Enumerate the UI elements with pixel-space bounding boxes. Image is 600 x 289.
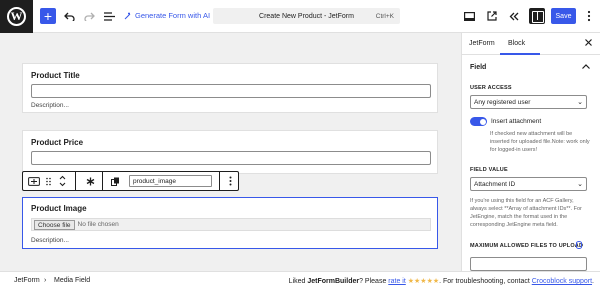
sidebar-tabs: JetForm Block xyxy=(462,33,600,55)
copy-name-button[interactable] xyxy=(107,172,123,190)
insert-attachment-help: If checked new attachment will be insert… xyxy=(490,131,590,153)
chevron-up-down-icon xyxy=(59,175,65,187)
drag-handle[interactable] xyxy=(43,172,53,190)
max-files-label: MAXIMUM ALLOWED FILES TO UPLOAD xyxy=(470,243,584,249)
tab-jetform[interactable]: JetForm xyxy=(469,40,495,47)
block-type-button[interactable] xyxy=(26,172,42,190)
panel-toggle[interactable] xyxy=(582,62,590,71)
required-toggle-button[interactable] xyxy=(79,172,101,190)
field-name-input[interactable]: product_image xyxy=(129,175,212,187)
user-access-label: USER ACCESS xyxy=(470,85,512,91)
drag-handle-icon xyxy=(45,177,51,185)
field-label: Product Title xyxy=(31,71,80,80)
chevron-down-icon: ⌄ xyxy=(577,99,583,106)
vertical-ellipsis-icon xyxy=(587,10,591,22)
view-button[interactable] xyxy=(462,9,476,23)
asterisk-icon xyxy=(86,177,94,185)
list-view-icon xyxy=(103,11,115,21)
redo-button[interactable] xyxy=(82,8,96,24)
user-access-value: Any registered user xyxy=(474,98,531,106)
footer-note: Liked JetFormBuilder? Please rate it ★★★… xyxy=(289,277,594,285)
breadcrumb-jetform[interactable]: JetForm xyxy=(14,277,40,284)
close-icon xyxy=(585,39,592,46)
external-link-icon xyxy=(487,11,497,21)
wordpress-icon: W xyxy=(7,7,26,26)
magic-wand-icon xyxy=(124,12,131,19)
wordpress-logo-button[interactable]: W xyxy=(0,0,33,33)
collapse-panels-button[interactable] xyxy=(507,9,521,23)
command-shortcut: Ctrl+K xyxy=(375,12,394,20)
top-toolbar: W + Generate Form with AI Create New Pro… xyxy=(0,0,600,33)
undo-icon xyxy=(63,12,75,21)
vertical-ellipsis-icon xyxy=(229,176,231,186)
note-prefix: Liked xyxy=(288,278,308,285)
block-options-button[interactable] xyxy=(223,172,237,190)
rate-it-link[interactable]: rate it xyxy=(388,278,406,285)
add-block-button[interactable]: + xyxy=(40,8,56,24)
field-label: Product Image xyxy=(31,204,87,213)
field-value-help: If you're using this field for an ACF Ga… xyxy=(470,198,582,228)
max-files-input[interactable] xyxy=(470,257,587,271)
close-sidebar-button[interactable] xyxy=(585,38,592,49)
preview-external-button[interactable] xyxy=(485,9,499,23)
insert-attachment-label: Insert attachment xyxy=(491,118,542,125)
database-icon[interactable] xyxy=(576,241,582,249)
desktop-view-icon xyxy=(463,11,475,21)
redo-icon xyxy=(83,12,95,21)
more-options-button[interactable] xyxy=(582,8,596,24)
field-label: Product Price xyxy=(31,138,84,147)
file-input[interactable]: Choose file No file chosen xyxy=(31,218,431,231)
price-input[interactable] xyxy=(31,151,431,165)
double-chevron-left-icon xyxy=(509,12,519,20)
active-tab-indicator xyxy=(500,53,540,55)
chevron-up-icon xyxy=(582,64,590,69)
field-description: Description... xyxy=(31,237,69,244)
command-palette-bar[interactable]: Create New Product - JetForm Ctrl+K xyxy=(213,8,400,24)
undo-button[interactable] xyxy=(62,8,76,24)
editor-canvas: Product Title Description... Product Pri… xyxy=(0,33,461,271)
note-brand: JetFormBuilder xyxy=(307,278,360,285)
breadcrumb-media-field[interactable]: Media Field xyxy=(54,277,90,284)
tab-block[interactable]: Block xyxy=(508,40,525,47)
number-field-block[interactable]: Product Price xyxy=(22,130,438,174)
choose-file-button[interactable]: Choose file xyxy=(34,219,75,230)
support-link[interactable]: Crocoblock support xyxy=(532,278,592,285)
no-file-text: No file chosen xyxy=(77,221,119,228)
save-button[interactable]: Save xyxy=(551,8,576,24)
move-up-down-button[interactable] xyxy=(56,172,68,190)
toolbar-divider xyxy=(102,172,103,190)
toolbar-divider xyxy=(219,172,220,190)
toolbar-divider xyxy=(75,172,76,190)
generate-form-ai-label: Generate Form with AI xyxy=(135,11,211,20)
copy-icon xyxy=(110,177,119,186)
document-title: Create New Product - JetForm xyxy=(259,12,354,20)
media-field-block[interactable]: Product Image Choose file No file chosen… xyxy=(22,197,438,249)
user-access-select[interactable]: Any registered user ⌄ xyxy=(470,95,587,109)
panel-title: Field xyxy=(470,64,487,71)
text-field-block[interactable]: Product Title Description... xyxy=(22,63,438,113)
status-footer: JetForm › Media Field Liked JetFormBuild… xyxy=(0,271,600,289)
settings-sidebar-toggle[interactable] xyxy=(529,8,545,24)
document-overview-button[interactable] xyxy=(102,8,116,24)
generate-form-ai-button[interactable]: Generate Form with AI xyxy=(124,11,210,20)
media-field-icon xyxy=(28,176,40,186)
rating-stars: ★★★★★ xyxy=(405,278,440,285)
field-value-label: FIELD VALUE xyxy=(470,167,508,173)
field-value-value: Attachment ID xyxy=(474,180,516,188)
note-trouble: . For troubleshooting, contact xyxy=(439,278,532,285)
block-toolbar: product_image xyxy=(22,171,239,191)
note-mid: ? Please xyxy=(359,278,389,285)
chevron-down-icon: ⌄ xyxy=(577,181,583,188)
text-input[interactable] xyxy=(31,84,431,98)
insert-attachment-toggle[interactable] xyxy=(470,117,487,126)
settings-sidebar: JetForm Block Field USER ACCESS Any regi… xyxy=(461,33,600,271)
breadcrumb-separator-icon: › xyxy=(44,277,47,284)
field-value-select[interactable]: Attachment ID ⌄ xyxy=(470,177,587,191)
note-end: . xyxy=(592,278,594,285)
field-description: Description... xyxy=(31,102,69,109)
